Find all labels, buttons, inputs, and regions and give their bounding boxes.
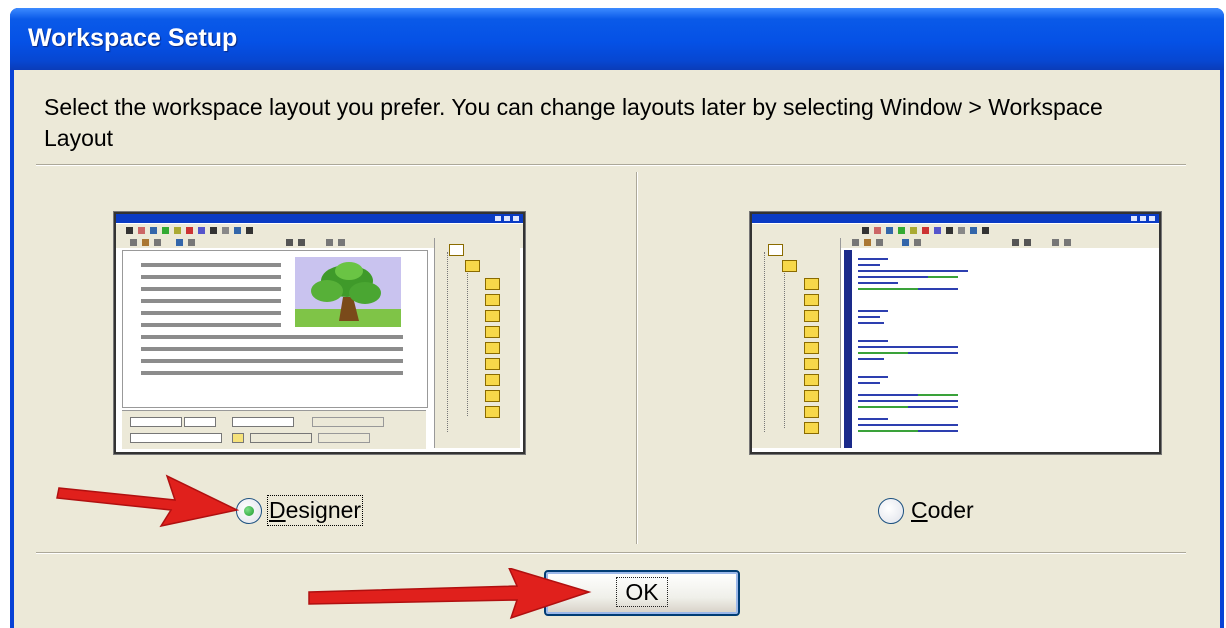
code-view: [844, 250, 1155, 448]
preview-titlebar: [116, 214, 523, 223]
preview-properties-panel: [122, 410, 426, 449]
vertical-divider: [636, 172, 638, 544]
dialog-client-area: Select the workspace layout you prefer. …: [14, 70, 1220, 628]
top-divider: [36, 164, 1186, 166]
coder-radio-button[interactable]: [878, 497, 904, 524]
preview-toolbar: [752, 224, 1159, 236]
coder-label[interactable]: Coder: [911, 497, 974, 524]
preview-titlebar: [752, 214, 1159, 223]
workspace-setup-window: Workspace Setup Select the workspace lay…: [10, 8, 1224, 628]
arrow-to-ok-icon: [308, 568, 592, 620]
coder-layout-preview[interactable]: [750, 212, 1161, 454]
preview-files-panel: [752, 238, 841, 448]
window-title: Workspace Setup: [28, 24, 238, 52]
instruction-text: Select the workspace layout you prefer. …: [44, 94, 1103, 151]
design-view-page: [122, 250, 428, 408]
tree-image: [295, 257, 401, 327]
designer-radio-option[interactable]: Designer: [236, 495, 364, 526]
arrow-to-designer-icon: [56, 474, 240, 528]
bottom-divider: [36, 552, 1186, 554]
preview-toolbar: [116, 224, 523, 236]
preview-files-panel: [434, 238, 520, 448]
coder-radio-option[interactable]: Coder: [878, 497, 974, 524]
designer-layout-preview[interactable]: [114, 212, 525, 454]
radio-selected-dot: [244, 505, 254, 516]
designer-label[interactable]: Designer: [266, 495, 364, 526]
title-bar[interactable]: Workspace Setup: [10, 8, 1224, 70]
